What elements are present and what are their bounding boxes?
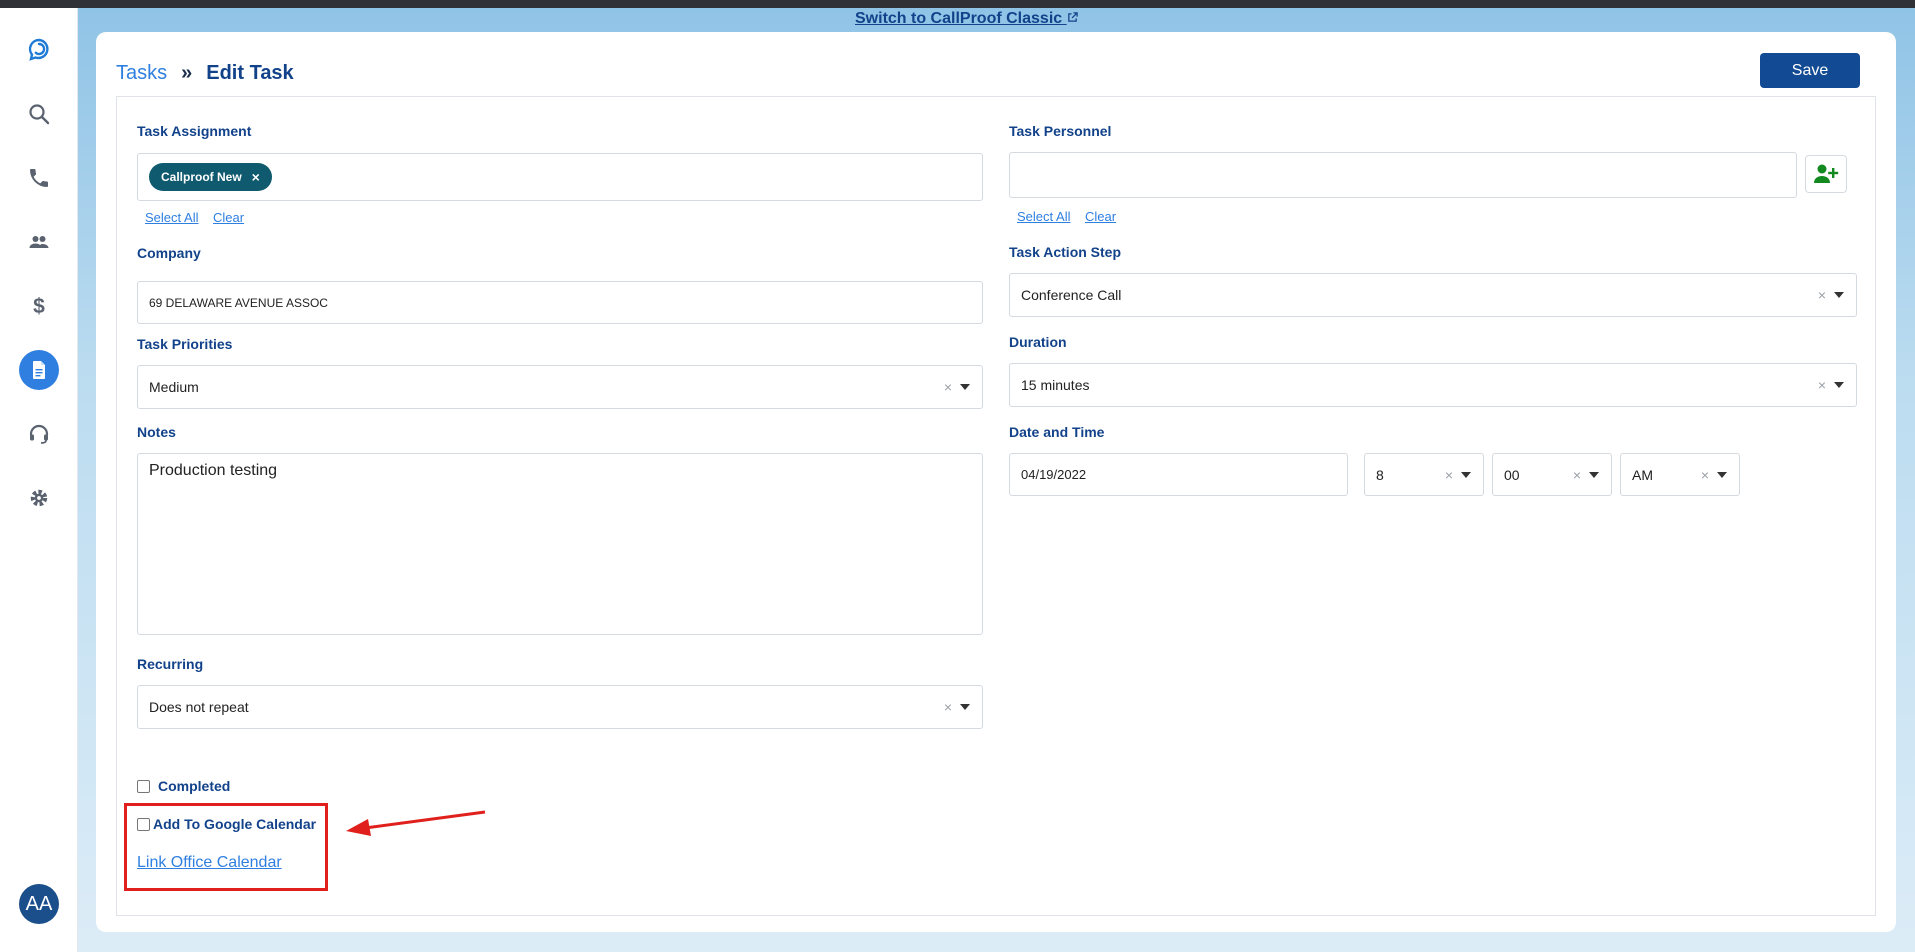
chevron-down-icon[interactable] [960, 384, 970, 390]
date-input[interactable]: 04/19/2022 [1009, 453, 1348, 496]
sidebar: $ AA [0, 8, 78, 952]
assignment-select-all-link[interactable]: Select All [145, 210, 198, 225]
annotation-arrow-icon [346, 810, 486, 836]
task-action-step-value: Conference Call [1021, 287, 1122, 303]
duration-value: 15 minutes [1021, 377, 1090, 393]
recurring-label: Recurring [137, 656, 204, 672]
duration-select[interactable]: 15 minutes × [1009, 363, 1857, 407]
duration-label: Duration [1009, 334, 1067, 350]
task-assignment-field[interactable]: Callproof New × [137, 153, 983, 201]
task-personnel-label: Task Personnel [1009, 123, 1112, 139]
personnel-select-all-link[interactable]: Select All [1017, 209, 1070, 224]
add-person-icon [1814, 164, 1839, 183]
external-link-icon [1067, 12, 1078, 22]
company-input[interactable]: 69 DELAWARE AVENUE ASSOC [137, 281, 983, 324]
completed-row: Completed [137, 778, 230, 794]
task-priorities-label: Task Priorities [137, 336, 233, 352]
annotation-highlight-box [124, 803, 328, 891]
assignment-chip: Callproof New × [149, 163, 272, 191]
switch-classic-link[interactable]: Switch to CallProof Classic [855, 10, 1078, 28]
people-icon[interactable] [19, 222, 59, 262]
chip-remove-icon[interactable]: × [252, 169, 260, 185]
clear-icon[interactable]: × [944, 699, 952, 715]
chevron-down-icon[interactable] [1717, 471, 1727, 478]
ampm-select[interactable]: AM × [1620, 453, 1740, 496]
assignment-clear-link[interactable]: Clear [213, 210, 244, 225]
completed-checkbox[interactable] [137, 779, 150, 793]
personnel-clear-link[interactable]: Clear [1085, 209, 1116, 224]
svg-text:$: $ [33, 295, 45, 318]
top-bar [0, 0, 1915, 8]
chevron-down-icon[interactable] [960, 704, 970, 710]
completed-label: Completed [158, 778, 231, 794]
clear-icon[interactable]: × [1445, 467, 1453, 483]
gear-icon[interactable] [19, 478, 59, 518]
chevron-down-icon[interactable] [1589, 471, 1599, 478]
clear-icon[interactable]: × [1573, 467, 1581, 483]
clear-icon[interactable]: × [1701, 467, 1709, 483]
breadcrumb-separator-icon: » [181, 62, 193, 84]
add-personnel-button[interactable] [1805, 155, 1847, 193]
chevron-down-icon[interactable] [1461, 471, 1471, 478]
search-icon[interactable] [19, 94, 59, 134]
switch-classic-label: Switch to CallProof Classic [855, 10, 1063, 27]
notes-label: Notes [137, 424, 176, 440]
task-priorities-value: Medium [149, 379, 199, 395]
main-card: Tasks » Edit Task Save Task Assignment C… [96, 32, 1896, 932]
breadcrumb: Tasks » Edit Task [116, 62, 294, 85]
callproof-logo-svg [28, 38, 49, 61]
task-priorities-select[interactable]: Medium × [137, 365, 983, 409]
breadcrumb-tasks-link[interactable]: Tasks [116, 62, 167, 85]
clear-icon[interactable]: × [1818, 377, 1826, 393]
recurring-select[interactable]: Does not repeat × [137, 685, 983, 729]
task-form: Task Assignment Callproof New × Select A… [116, 96, 1876, 916]
date-time-label: Date and Time [1009, 424, 1105, 440]
minute-select[interactable]: 00 × [1492, 453, 1612, 496]
minute-value: 00 [1504, 466, 1520, 483]
task-assignment-label: Task Assignment [137, 123, 252, 139]
avatar[interactable]: AA [19, 884, 59, 924]
chevron-down-icon[interactable] [1834, 382, 1844, 388]
company-label: Company [137, 245, 201, 261]
hour-value: 8 [1376, 466, 1384, 483]
clear-icon[interactable]: × [944, 379, 952, 395]
recurring-value: Does not repeat [149, 699, 249, 715]
phone-icon[interactable] [19, 158, 59, 198]
ampm-value: AM [1632, 466, 1653, 483]
task-action-step-label: Task Action Step [1009, 244, 1122, 260]
page-title: Edit Task [206, 62, 294, 84]
headset-icon[interactable] [19, 414, 59, 454]
document-icon[interactable] [19, 350, 59, 390]
chevron-down-icon[interactable] [1834, 292, 1844, 298]
task-personnel-field[interactable] [1009, 152, 1797, 198]
notes-textarea[interactable]: Production testing [137, 453, 983, 635]
clear-icon[interactable]: × [1818, 287, 1826, 303]
assignment-chip-label: Callproof New [161, 170, 242, 184]
dollar-icon[interactable]: $ [19, 286, 59, 326]
task-action-step-select[interactable]: Conference Call × [1009, 273, 1857, 317]
save-button[interactable]: Save [1760, 53, 1860, 88]
hour-select[interactable]: 8 × [1364, 453, 1484, 496]
callproof-logo-icon[interactable] [19, 30, 59, 70]
